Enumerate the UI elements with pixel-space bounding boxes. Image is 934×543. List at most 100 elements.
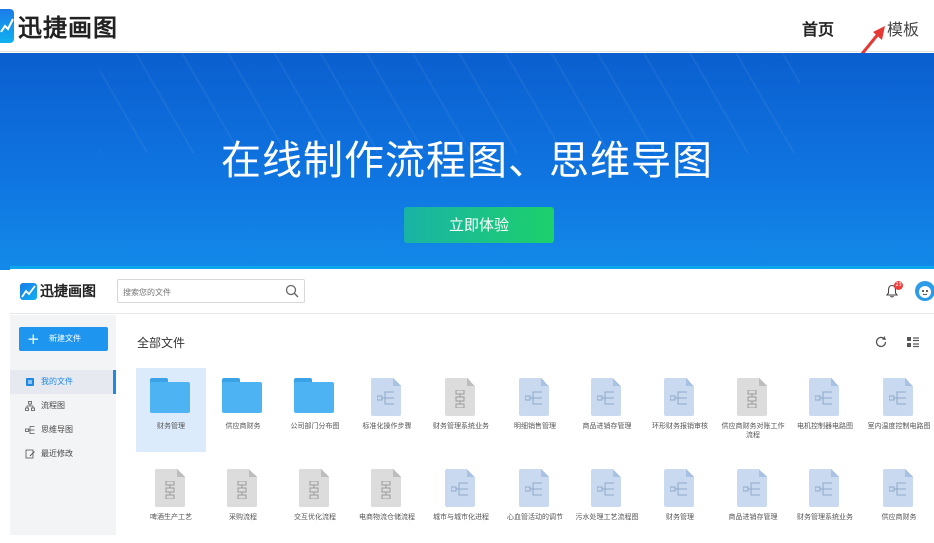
file-item[interactable]: 商品进销存管理 <box>718 459 788 543</box>
file-name: 心血管活动的调节 <box>507 513 563 521</box>
file-name: 城市与城市化进程 <box>433 513 489 521</box>
file-name: 供应商财务 <box>881 513 917 521</box>
flowchart-file-icon <box>366 469 406 507</box>
file-item[interactable]: 污水处理工艺流程图 <box>572 459 642 543</box>
try-now-button[interactable]: 立即体验 <box>404 207 554 243</box>
plus-icon: + <box>27 330 40 348</box>
mindmap-file-icon <box>804 469 844 507</box>
file-item[interactable]: 财务管理 <box>645 459 715 543</box>
sidebar-item-label: 最近修改 <box>41 449 73 458</box>
top-nav: 迅捷画图 首页 模板 <box>0 0 934 61</box>
folder-item[interactable]: 供应商财务 <box>208 368 278 452</box>
sidebar-item-recent[interactable]: 最近修改 <box>10 442 116 466</box>
mindmap-icon <box>25 426 35 434</box>
app-preview: 迅捷画图 23 + 新建文件 我的文件 <box>10 266 934 535</box>
site-logo-text: 迅捷画图 <box>18 14 118 42</box>
app-logo-text: 迅捷画图 <box>40 284 96 300</box>
file-item[interactable]: 电机控制器电路图 <box>790 368 860 452</box>
flowchart-file-icon <box>294 469 334 507</box>
mindmap-file-icon <box>514 378 554 416</box>
mindmap-file-icon <box>878 378 918 416</box>
file-name: 电机控制器电路图 <box>797 422 853 430</box>
nav-home-link[interactable]: 首页 <box>802 16 834 40</box>
sidebar-item-label: 流程图 <box>41 401 65 410</box>
flowchart-file-icon <box>732 378 772 416</box>
folder-item[interactable]: 财务管理 <box>136 368 206 452</box>
mindmap-file-icon <box>659 469 699 507</box>
file-name: 采购流程 <box>229 513 257 521</box>
folder-icon <box>150 378 190 416</box>
file-item[interactable]: 标准化操作步骤 <box>352 368 422 452</box>
folder-item[interactable]: 公司部门分布图 <box>280 368 350 452</box>
new-file-button[interactable]: + 新建文件 <box>19 327 108 351</box>
file-item[interactable]: 环形财务报销审核 <box>645 368 715 452</box>
file-item[interactable]: 心血管活动的调节 <box>500 459 570 543</box>
file-name: 商品进销存管理 <box>728 513 778 521</box>
sidebar-item-flowchart[interactable]: 流程图 <box>10 394 116 418</box>
file-item[interactable]: 供应商财务 <box>864 459 934 543</box>
folder-icon <box>26 378 34 386</box>
sidebar: + 新建文件 我的文件 流程图 思维导图 最近修改 <box>10 315 116 535</box>
file-name: 啤酒生产工艺 <box>150 513 192 521</box>
file-item[interactable]: 供应商财务对账工作流程 <box>718 368 788 452</box>
file-item[interactable]: 商品进销存管理 <box>572 368 642 452</box>
file-item[interactable]: 室内温度控制电路图 <box>864 368 934 452</box>
avatar[interactable] <box>915 281 934 301</box>
file-name: 商品进销存管理 <box>582 422 632 430</box>
file-item[interactable]: 城市与城市化进程 <box>426 459 496 543</box>
mindmap-file-icon <box>440 469 480 507</box>
file-name: 供应商财务 <box>225 422 261 430</box>
file-name: 环形财务报销审核 <box>652 422 708 430</box>
page-title: 全部文件 <box>137 336 186 350</box>
search-icon[interactable] <box>285 284 299 298</box>
flowchart-file-icon <box>150 469 190 507</box>
logo-mark-icon <box>0 8 14 43</box>
folder-icon <box>222 378 262 416</box>
list-view-icon[interactable] <box>906 335 920 349</box>
file-item[interactable]: 采购流程 <box>208 459 278 543</box>
file-item[interactable]: 明细销售管理 <box>500 368 570 452</box>
file-name: 交互优化流程 <box>294 513 336 521</box>
file-item[interactable]: 财务管理系统业务 <box>790 459 860 543</box>
search-input[interactable] <box>118 281 278 304</box>
site-logo[interactable]: 迅捷画图 <box>0 8 118 43</box>
file-name: 明细销售管理 <box>514 422 556 430</box>
flowchart-file-icon <box>222 469 262 507</box>
file-name: 财务管理系统业务 <box>797 513 853 521</box>
mindmap-file-icon <box>878 469 918 507</box>
file-name: 电商物流仓储流程 <box>359 513 415 521</box>
nav-templates-link[interactable]: 模板 <box>887 16 919 40</box>
flowchart-icon <box>25 401 35 411</box>
sidebar-item-my-files[interactable]: 我的文件 <box>10 370 116 394</box>
file-item[interactable]: 财务管理系统业务 <box>426 368 496 452</box>
refresh-icon[interactable] <box>874 335 888 349</box>
flowchart-file-icon <box>440 378 480 416</box>
app-header: 迅捷画图 23 <box>10 269 934 314</box>
sidebar-item-label: 我的文件 <box>41 377 73 386</box>
sidebar-item-label: 思维导图 <box>41 425 73 434</box>
mindmap-file-icon <box>366 378 406 416</box>
search-box <box>117 279 305 304</box>
file-name: 标准化操作步骤 <box>362 422 412 430</box>
mindmap-file-icon <box>586 469 626 507</box>
new-file-label: 新建文件 <box>49 334 81 343</box>
mindmap-file-icon <box>514 469 554 507</box>
mindmap-file-icon <box>804 378 844 416</box>
file-name: 公司部门分布图 <box>290 422 340 430</box>
file-item[interactable]: 电商物流仓储流程 <box>352 459 422 543</box>
notification-badge: 23 <box>894 281 903 290</box>
sidebar-item-mindmap[interactable]: 思维导图 <box>10 418 116 442</box>
app-logo[interactable]: 迅捷画图 <box>20 281 96 301</box>
file-name: 污水处理工艺流程图 <box>575 513 639 521</box>
hero-banner: 在线制作流程图、思维导图 立即体验 <box>0 53 934 270</box>
mindmap-file-icon <box>659 378 699 416</box>
app-logo-icon <box>20 282 37 300</box>
file-name: 供应商财务对账工作流程 <box>721 422 785 439</box>
file-name: 室内温度控制电路图 <box>867 422 931 430</box>
file-name: 财务管理系统业务 <box>433 422 489 430</box>
file-item[interactable]: 交互优化流程 <box>280 459 350 543</box>
recent-icon <box>25 449 35 459</box>
file-area: 全部文件 财务管理 供应商财务 公司部门分布图 标准化操作步骤 财务管理系统业务 明细销售… <box>116 315 934 535</box>
file-item[interactable]: 啤酒生产工艺 <box>136 459 206 543</box>
file-name: 财务管理 <box>157 422 185 430</box>
